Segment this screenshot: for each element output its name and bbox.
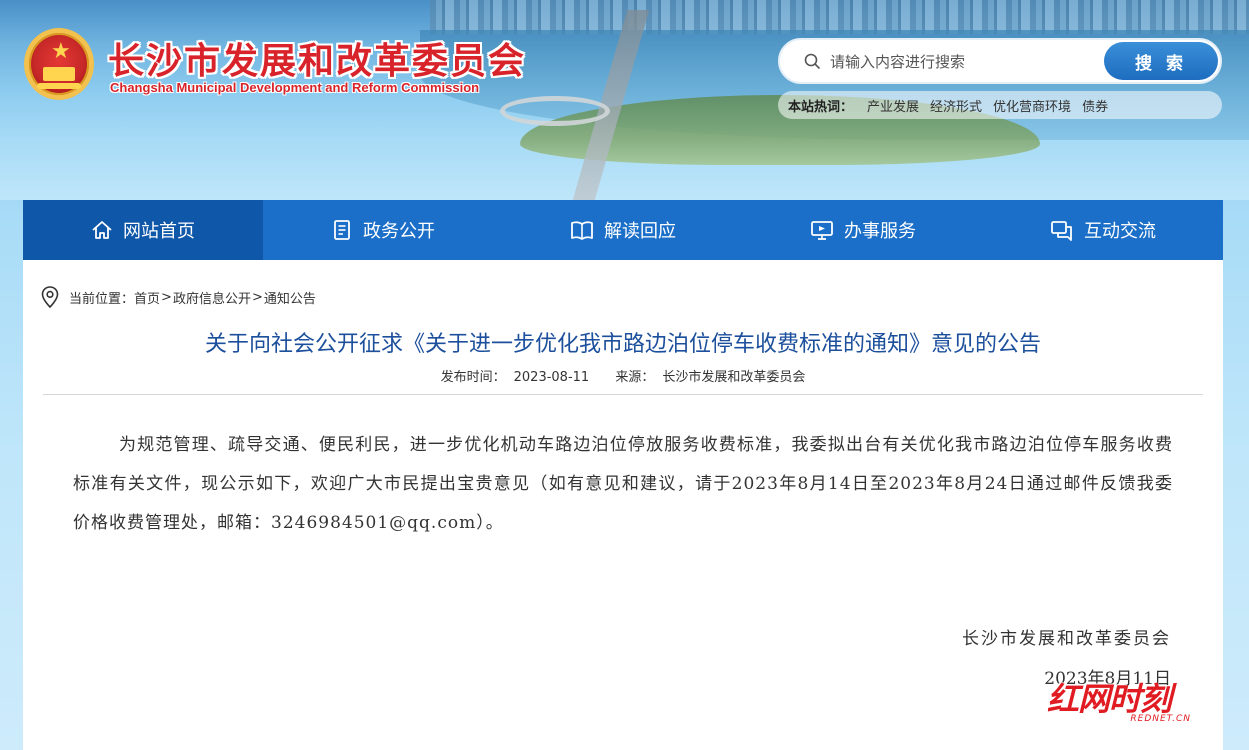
book-icon [571, 221, 593, 240]
divider [43, 394, 1203, 395]
search-box: 搜 索 [778, 38, 1222, 84]
nav-item-label: 网站首页 [123, 221, 195, 242]
nav-item-label: 互动交流 [1084, 221, 1156, 242]
hot-term[interactable]: 债券 [1082, 96, 1108, 115]
monitor-icon [811, 221, 833, 240]
search-button[interactable]: 搜 索 [1104, 42, 1218, 80]
breadcrumb-prefix: 当前位置： [69, 291, 135, 307]
search-icon [804, 53, 820, 69]
hot-term[interactable]: 产业发展 [867, 96, 919, 115]
document-icon [334, 220, 350, 240]
location-pin-icon [41, 286, 59, 308]
breadcrumb: 当前位置： 首页 > 政府信息公开 > 通知公告 [41, 286, 316, 308]
city-skyline [430, 0, 1249, 34]
nav-item-home[interactable]: 网站首页 [23, 200, 263, 260]
nav-item-interpretation[interactable]: 解读回应 [503, 200, 743, 260]
rednet-watermark-logo: 红网时刻 REDNET.CN [1047, 672, 1197, 730]
article-panel: 当前位置： 首页 > 政府信息公开 > 通知公告 关于向社会公开征求《关于进一步… [23, 260, 1223, 750]
nav-item-label: 办事服务 [844, 221, 916, 242]
article-body: 为规范管理、疏导交通、便民利民，进一步优化机动车路边泊位停放服务收费标准，我委拟… [73, 435, 1173, 533]
chat-icon [1051, 221, 1072, 241]
hot-term[interactable]: 经济形式 [930, 96, 982, 115]
published-label: 发布时间： [440, 370, 506, 385]
site-title[interactable]: 长沙市发展和改革委员会 [108, 32, 526, 84]
article-meta: 发布时间： 2023-08-11 来源： 长沙市发展和改革委员会 [23, 366, 1223, 385]
breadcrumb-home-link[interactable]: 首页 [134, 288, 160, 307]
watermark-sub: REDNET.CN [1130, 714, 1191, 724]
nav-item-services[interactable]: 办事服务 [743, 200, 983, 260]
hot-terms-label: 本站热词： [788, 99, 854, 115]
search-input[interactable] [830, 48, 1100, 76]
breadcrumb-separator: > [161, 289, 172, 305]
breadcrumb-separator: > [251, 289, 263, 305]
signature-organization: 长沙市发展和改革委员会 [962, 629, 1171, 649]
nav-item-label: 政务公开 [363, 221, 435, 242]
article-title: 关于向社会公开征求《关于进一步优化我市路边泊位停车收费标准的通知》意见的公告 [204, 332, 1041, 357]
nav-item-interaction[interactable]: 互动交流 [983, 200, 1223, 260]
site-subtitle: Changsha Municipal Development and Refor… [110, 80, 480, 95]
breadcrumb-gov-info-link[interactable]: 政府信息公开 [173, 288, 251, 307]
nav-item-label: 解读回应 [604, 221, 676, 242]
main-nav: 网站首页 政务公开 解读回应 办事服务 互动交流 [23, 200, 1223, 260]
breadcrumb-notice-link[interactable]: 通知公告 [264, 288, 316, 307]
hot-terms-bar: 本站热词： 产业发展 经济形式 优化营商环境 债券 [778, 91, 1222, 119]
hot-term[interactable]: 优化营商环境 [993, 96, 1071, 115]
national-emblem-logo[interactable]: ★ [24, 28, 94, 100]
bridge-ring-image [500, 96, 610, 126]
home-icon [92, 221, 112, 239]
nav-item-government-affairs[interactable]: 政务公开 [263, 200, 503, 260]
source-value: 长沙市发展和改革委员会 [662, 370, 806, 385]
published-date: 2023-08-11 [513, 370, 590, 385]
source-label: 来源： [615, 370, 655, 385]
